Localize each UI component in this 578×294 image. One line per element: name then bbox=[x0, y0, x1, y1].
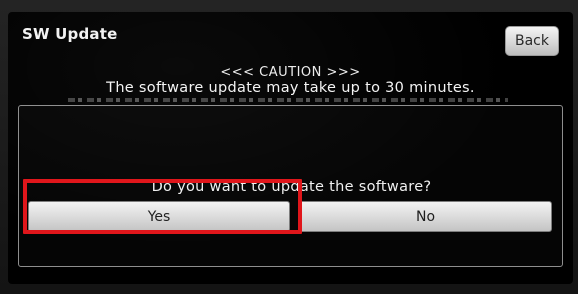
update-confirm-dialog: Do you want to update the software? Yes … bbox=[18, 105, 563, 267]
caution-message: The software update may take up to 30 mi… bbox=[106, 80, 475, 96]
yes-button[interactable]: Yes bbox=[28, 201, 290, 232]
caution-heading: <<< CAUTION >>> bbox=[220, 65, 361, 80]
screen-title: SW Update bbox=[22, 25, 118, 43]
back-button[interactable]: Back bbox=[505, 26, 559, 56]
dialog-question: Do you want to update the software? bbox=[151, 179, 432, 195]
caution-message-obscured bbox=[68, 97, 508, 103]
no-button[interactable]: No bbox=[299, 201, 552, 232]
infotainment-screen: SW Update Back <<< CAUTION >>> The softw… bbox=[8, 12, 573, 284]
